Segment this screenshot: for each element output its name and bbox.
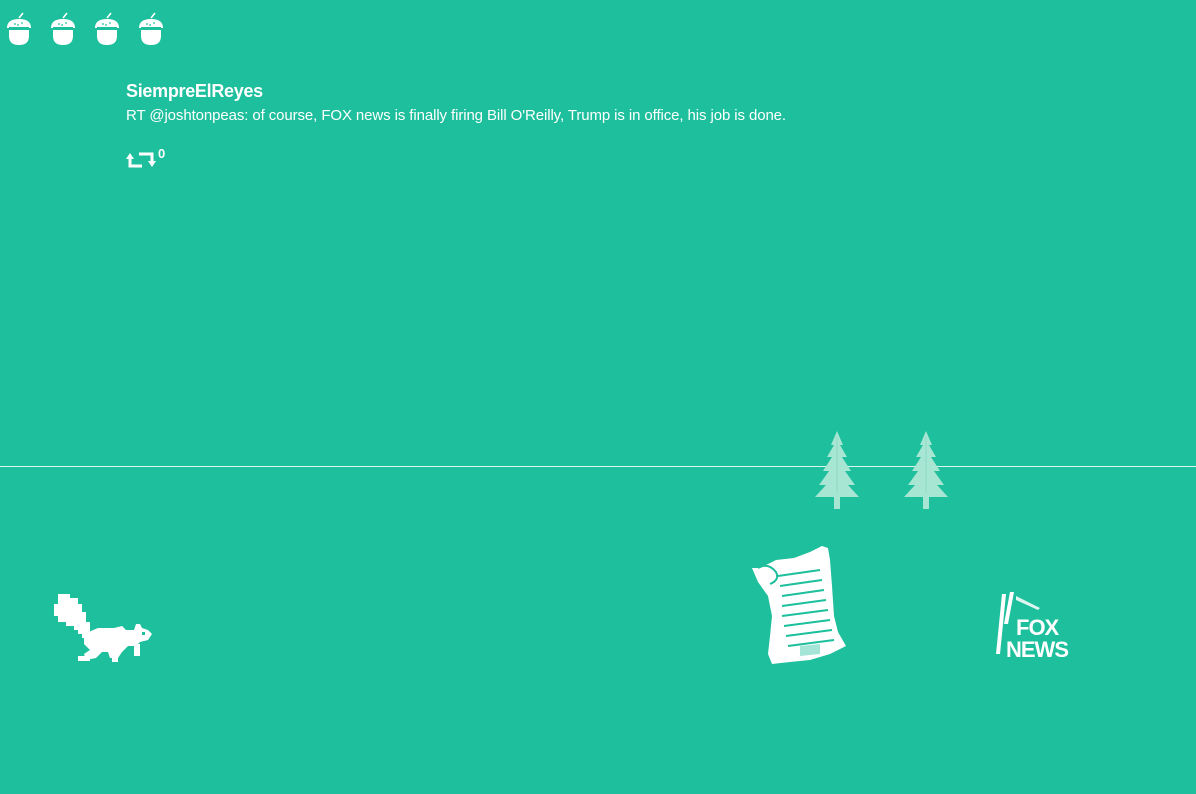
tweet-text: RT @joshtonpeas: of course, FOX news is …	[126, 107, 786, 124]
pine-tree	[815, 431, 859, 509]
tweet-username: SiempreElReyes	[126, 81, 263, 101]
acorn-icon	[7, 12, 31, 45]
acorn-icon	[95, 12, 119, 45]
squirrel-player	[54, 594, 152, 662]
horizon-line	[0, 466, 1196, 467]
retweet-counter: 0	[126, 146, 166, 172]
game-canvas[interactable]: SiempreElReyes RT @joshtonpeas: of cours…	[0, 0, 1196, 794]
pine-tree	[904, 431, 948, 509]
fox-news-logo-obstacle: FOX NEWS	[996, 592, 1069, 660]
acorn-icon	[51, 12, 75, 45]
newspaper-obstacle	[752, 546, 846, 664]
retweet-count: 0	[158, 146, 166, 161]
tweet: SiempreElReyes RT @joshtonpeas: of cours…	[126, 80, 1126, 126]
retweet-icon	[126, 152, 156, 168]
acorn-icon	[139, 12, 163, 45]
fox-logo-text-news: NEWS	[1006, 637, 1068, 660]
lives-indicator	[4, 12, 166, 46]
